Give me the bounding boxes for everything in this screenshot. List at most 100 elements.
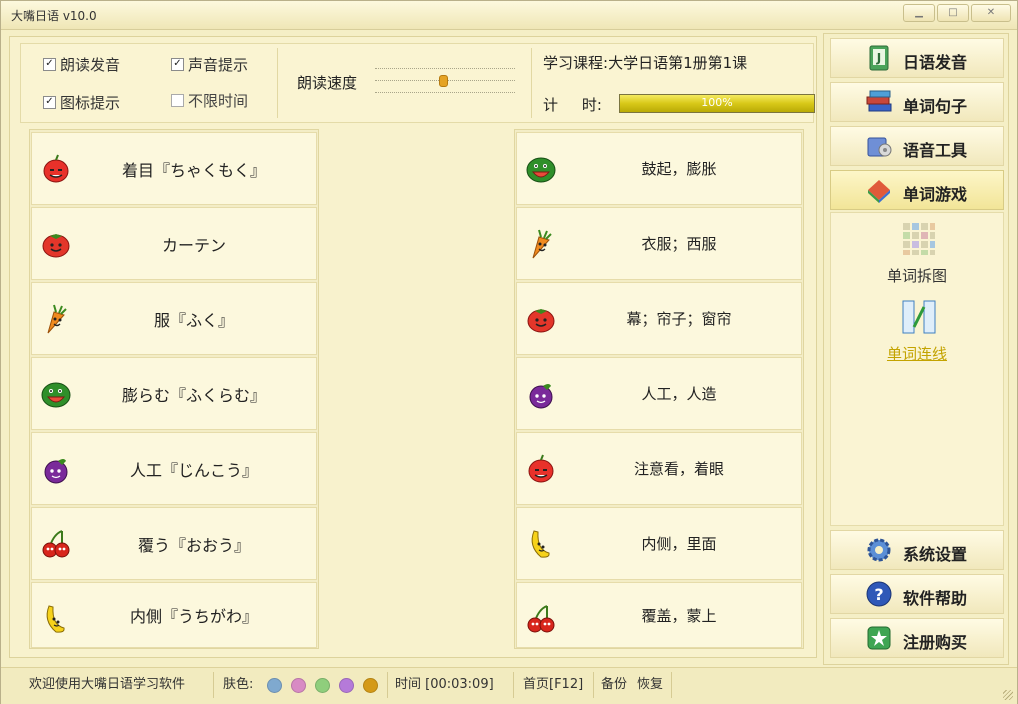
chinese-word-text: 衣服；西服 bbox=[641, 235, 717, 253]
course-info: 学习课程:大学日语第1册第1课 bbox=[543, 52, 747, 73]
chinese-word-text: 内侧，里面 bbox=[641, 535, 717, 553]
read-aloud-option[interactable]: ✓ 朗读发音 bbox=[43, 54, 120, 75]
japanese-word-card[interactable]: カーテン bbox=[31, 207, 317, 280]
unlimited-time-checkbox[interactable] bbox=[171, 94, 184, 107]
nav-words-sentences[interactable]: 单词句子 bbox=[830, 82, 1004, 122]
icon-hint-checkbox[interactable]: ✓ bbox=[43, 96, 56, 109]
maximize-button[interactable]: □ bbox=[937, 4, 969, 22]
chinese-word-card[interactable]: 幕；帘子；窗帘 bbox=[516, 282, 802, 355]
japanese-word-text: 服『ふく』 bbox=[153, 310, 234, 330]
japanese-word-card[interactable]: 人工『じんこう』 bbox=[31, 432, 317, 505]
chinese-word-card[interactable]: 覆盖，蒙上 bbox=[516, 582, 802, 648]
unlimited-time-option[interactable]: 不限时间 bbox=[171, 90, 248, 111]
japanese-word-card[interactable]: 内側『うちがわ』 bbox=[31, 582, 317, 648]
skin-color-blue[interactable] bbox=[267, 678, 282, 693]
nav-voice-tools[interactable]: 语音工具 bbox=[830, 126, 1004, 166]
skin-color-purple[interactable] bbox=[339, 678, 354, 693]
nav-register[interactable]: 注册购买 bbox=[830, 618, 1004, 658]
nav-word-games-label: 单词游戏 bbox=[903, 185, 968, 204]
help-icon: ? bbox=[866, 581, 892, 607]
app-window: 大嘴日语 v10.0 ▁ □ ✕ ✓ 朗读发音 ✓ 声音提示 ✓ 图标提示 不限… bbox=[0, 0, 1018, 704]
japanese-word-card[interactable]: 服『ふく』 bbox=[31, 282, 317, 355]
nav-help-label: 软件帮助 bbox=[903, 589, 968, 608]
chinese-word-card[interactable]: 衣服；西服 bbox=[516, 207, 802, 280]
japanese-word-text: 内側『うちがわ』 bbox=[129, 607, 258, 626]
svg-text:J: J bbox=[876, 51, 881, 65]
main-area: ✓ 朗读发音 ✓ 声音提示 ✓ 图标提示 不限时间 朗读速度 学习课程:大学日语… bbox=[9, 36, 817, 658]
skin-label: 肤色: bbox=[223, 677, 254, 692]
read-aloud-label: 朗读发音 bbox=[60, 56, 121, 74]
tomato-face-icon bbox=[527, 309, 555, 333]
elapsed-time: 时间 [00:03:09] bbox=[395, 677, 494, 692]
read-aloud-checkbox[interactable]: ✓ bbox=[43, 58, 56, 71]
sound-hint-option[interactable]: ✓ 声音提示 bbox=[171, 54, 248, 75]
speed-slider[interactable] bbox=[375, 64, 515, 94]
carrot-face-icon bbox=[532, 229, 552, 259]
skin-color-orange[interactable] bbox=[363, 678, 378, 693]
apple-face-icon bbox=[43, 154, 69, 183]
tools-icon bbox=[867, 137, 892, 157]
book-j-icon: J bbox=[869, 45, 889, 71]
eggplant-face-icon bbox=[529, 384, 553, 409]
timer-progress-bar: 100% bbox=[619, 94, 815, 113]
nav-word-games[interactable]: 单词游戏 bbox=[830, 170, 1004, 210]
nav-settings-label: 系统设置 bbox=[903, 545, 968, 564]
chinese-word-card[interactable]: 鼓起，膨胀 bbox=[516, 132, 802, 205]
sound-hint-label: 声音提示 bbox=[188, 56, 249, 74]
svg-text:?: ? bbox=[874, 585, 883, 604]
backup-button[interactable]: 备份 bbox=[601, 673, 627, 697]
chinese-word-text: 鼓起，膨胀 bbox=[641, 160, 717, 178]
divider bbox=[277, 48, 278, 118]
banana-face-icon bbox=[46, 605, 65, 633]
chinese-word-card[interactable]: 内侧，里面 bbox=[516, 507, 802, 580]
speed-slider-thumb[interactable] bbox=[439, 75, 448, 87]
options-panel: ✓ 朗读发音 ✓ 声音提示 ✓ 图标提示 不限时间 朗读速度 学习课程:大学日语… bbox=[20, 43, 815, 123]
gear-icon bbox=[867, 538, 891, 562]
chinese-word-text: 覆盖，蒙上 bbox=[641, 606, 717, 625]
resize-grip[interactable] bbox=[1003, 690, 1013, 700]
nav-settings[interactable]: 系统设置 bbox=[830, 530, 1004, 570]
nav-pronunciation-label: 日语发音 bbox=[903, 53, 968, 72]
chinese-word-card[interactable]: 注意看，着眼 bbox=[516, 432, 802, 505]
watermelon-face-icon bbox=[526, 157, 556, 183]
japanese-word-column: 着目『ちゃくもく』カーテン服『ふく』膨らむ『ふくらむ』 人工『じんこう』覆う『おお… bbox=[29, 129, 319, 649]
cherry-face-icon bbox=[527, 605, 555, 633]
japanese-word-text: 膨らむ『ふくらむ』 bbox=[121, 385, 266, 405]
word-puzzle-link[interactable]: 单词拆图 bbox=[831, 265, 1003, 286]
japanese-word-card[interactable]: 膨らむ『ふくらむ』 bbox=[31, 357, 317, 430]
skin-color-green[interactable] bbox=[315, 678, 330, 693]
puzzle-grid-icon[interactable] bbox=[901, 221, 937, 257]
line-connect-icon[interactable] bbox=[901, 299, 937, 335]
japanese-word-text: 人工『じんこう』 bbox=[129, 460, 258, 480]
word-matching-link[interactable]: 单词连线 bbox=[831, 343, 1003, 364]
window-title: 大嘴日语 v10.0 bbox=[11, 9, 97, 23]
japanese-word-card[interactable]: 着目『ちゃくもく』 bbox=[31, 132, 317, 205]
title-bar: 大嘴日语 v10.0 ▁ □ ✕ bbox=[1, 1, 1017, 30]
game-submenu: 单词拆图 单词连线 bbox=[830, 212, 1004, 526]
cherry-face-icon bbox=[42, 530, 70, 558]
banana-face-icon bbox=[531, 530, 550, 558]
home-button[interactable]: 首页[F12] bbox=[523, 673, 583, 697]
blocks-icon bbox=[868, 180, 890, 203]
nav-pronunciation[interactable]: J 日语发音 bbox=[830, 38, 1004, 78]
restore-button[interactable]: 恢复 bbox=[637, 673, 663, 697]
divider bbox=[531, 48, 532, 118]
chinese-word-card[interactable]: 人工，人造 bbox=[516, 357, 802, 430]
minimize-button[interactable]: ▁ bbox=[903, 4, 935, 22]
welcome-text: 欢迎使用大嘴日语学习软件 bbox=[29, 677, 186, 692]
nav-register-label: 注册购买 bbox=[903, 633, 968, 652]
chinese-word-text: 注意看，着眼 bbox=[633, 460, 724, 478]
skin-color-pink[interactable] bbox=[291, 678, 306, 693]
sound-hint-checkbox[interactable]: ✓ bbox=[171, 58, 184, 71]
nav-help[interactable]: ? 软件帮助 bbox=[830, 574, 1004, 614]
tomato-face-icon bbox=[42, 234, 70, 258]
chinese-word-text: 幕；帘子；窗帘 bbox=[626, 310, 732, 328]
icon-hint-option[interactable]: ✓ 图标提示 bbox=[43, 92, 120, 113]
register-star-icon bbox=[867, 626, 891, 650]
nav-words-sentences-label: 单词句子 bbox=[903, 97, 968, 116]
close-button[interactable]: ✕ bbox=[971, 4, 1011, 22]
japanese-word-text: カーテン bbox=[161, 235, 226, 255]
japanese-word-card[interactable]: 覆う『おおう』 bbox=[31, 507, 317, 580]
course-label: 学习课程: bbox=[543, 54, 609, 72]
timer-progress-text: 100% bbox=[701, 96, 733, 109]
